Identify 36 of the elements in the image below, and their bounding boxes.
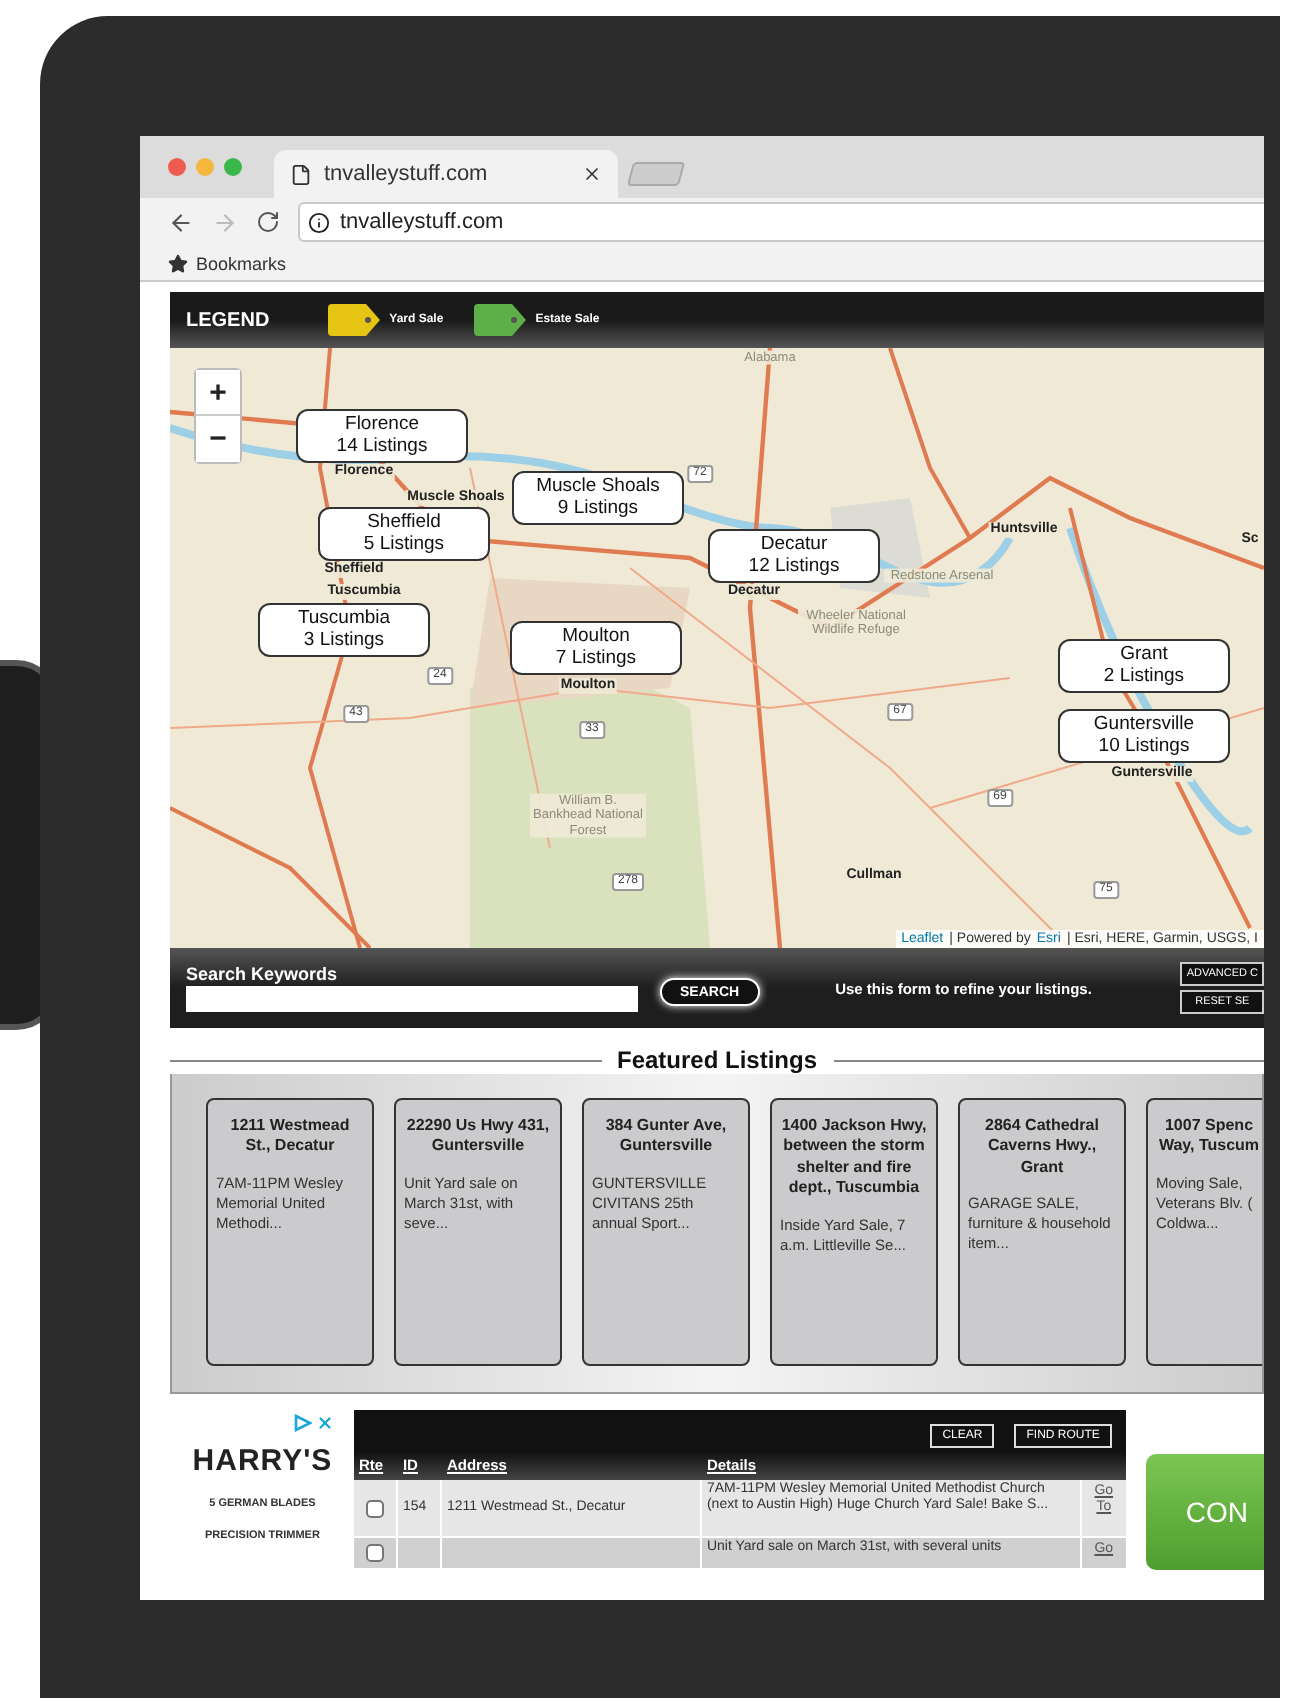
search-label: Search Keywords [186, 964, 340, 984]
page-icon [290, 163, 312, 186]
card-address: 22290 Us Hwy 431, Guntersville [404, 1116, 552, 1158]
ad-brand: HARRY'S [192, 1444, 333, 1478]
city-marker[interactable]: Grant 2 Listings [1058, 639, 1230, 693]
zoom-in-button[interactable]: + [196, 370, 240, 416]
city-marker[interactable]: Guntersville 10 Listings [1058, 709, 1230, 763]
card-address: 1400 Jackson Hwy, between the storm shelter and fire dept., Tuscumbia [780, 1116, 928, 1200]
close-icon[interactable] [582, 164, 602, 185]
close-window-button[interactable] [168, 158, 186, 177]
bookmarks-link[interactable]: Bookmarks [168, 253, 287, 274]
browser-tab[interactable]: tnvalleystuff.com [274, 150, 618, 199]
city-marker[interactable]: Sheffield 5 Listings [318, 507, 490, 561]
ad-choices-icon[interactable] [294, 1414, 313, 1432]
card-address: 1007 Spenc Way, Tuscum [1156, 1116, 1262, 1158]
card-address: 2864 Cathedral Caverns Hwy., Grant [983, 1116, 1101, 1179]
city-marker[interactable]: Tuscumbia 3 Listings [258, 603, 430, 657]
search-field[interactable] [186, 986, 638, 1012]
new-tab-button[interactable] [626, 162, 686, 187]
back-icon[interactable] [168, 209, 194, 236]
reload-icon[interactable] [256, 210, 280, 235]
info-icon [308, 211, 330, 234]
maximize-window-button[interactable] [224, 158, 242, 177]
city-marker[interactable]: Moulton 7 Listings [510, 621, 682, 675]
address-field[interactable]: tnvalleystuff.com [298, 202, 1264, 243]
city-marker[interactable]: Muscle Shoals 9 Listings [512, 471, 684, 525]
legend-title: LEGEND [186, 309, 270, 331]
card-address: 1211 Westmead St., Decatur [228, 1116, 352, 1158]
forward-icon[interactable] [212, 209, 238, 236]
city-marker[interactable]: Florence 14 Listings [296, 409, 468, 463]
card-address: 384 Gunter Ave, Guntersville [603, 1116, 729, 1158]
star-icon [168, 253, 188, 274]
route-checkbox[interactable] [366, 1499, 385, 1517]
section-title: Featured Listings [617, 1046, 818, 1074]
route-checkbox[interactable] [366, 1544, 385, 1562]
city-marker[interactable]: Decatur 12 Listings [708, 529, 880, 583]
